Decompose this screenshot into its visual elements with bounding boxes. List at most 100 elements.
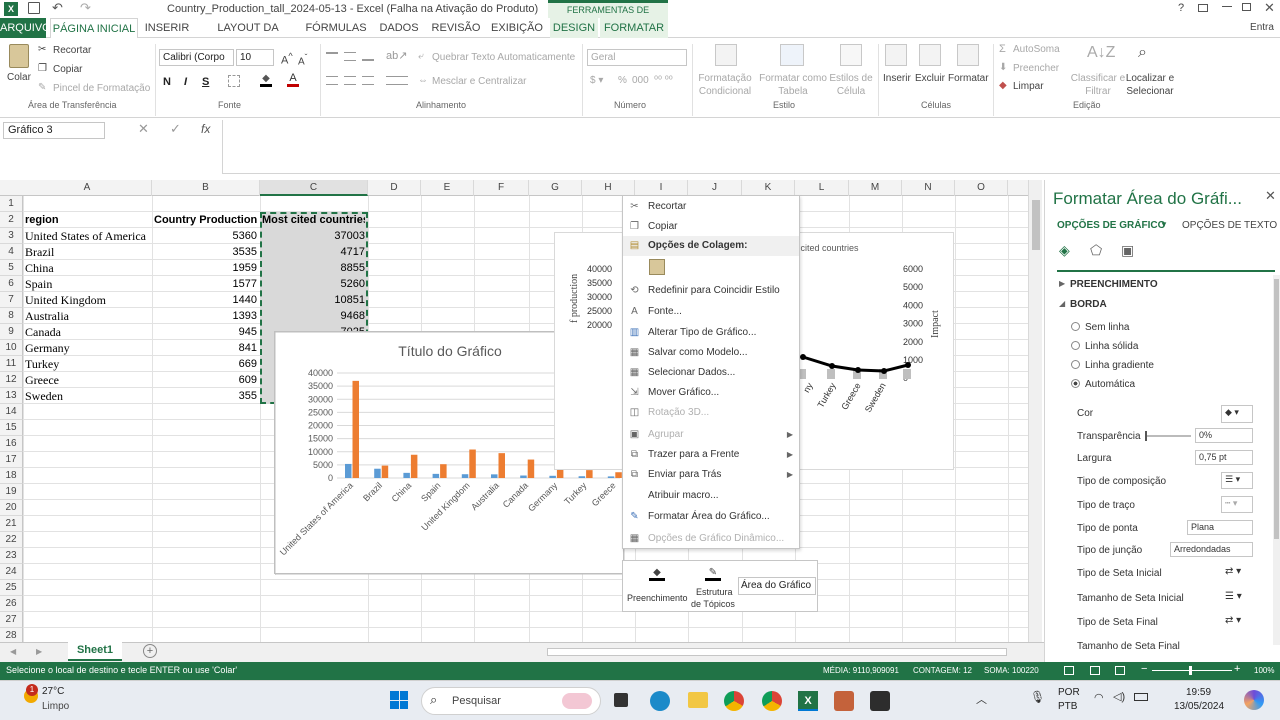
row-header-8[interactable]: 8 xyxy=(0,308,23,324)
insert-function-icon[interactable]: fx xyxy=(201,122,210,136)
menu-item-12[interactable]: ▣ Agrupar ▶ xyxy=(623,425,799,445)
row-header-23[interactable]: 23 xyxy=(0,548,23,564)
mini-fill-label[interactable]: Preenchimento xyxy=(627,593,688,603)
row-header-17[interactable]: 17 xyxy=(0,452,23,468)
menu-item-7[interactable]: ▥ Alterar Tipo de Gráfico... xyxy=(623,323,799,343)
conditional-format-button[interactable]: Formatação Condicional xyxy=(696,72,754,98)
zoom-in-icon[interactable]: + xyxy=(1234,663,1240,675)
mini-outline-label-1[interactable]: Estrutura xyxy=(696,587,733,597)
save-icon[interactable] xyxy=(28,2,40,14)
cited-cell[interactable]: 5260 xyxy=(262,276,365,292)
cancel-formula-icon[interactable]: ✕ xyxy=(138,121,149,137)
cited-cell[interactable]: 37003 xyxy=(262,228,365,244)
close-icon[interactable]: ✕ xyxy=(1264,0,1275,16)
row-header-1[interactable]: 1 xyxy=(0,196,23,212)
copy-icon[interactable]: ❐ xyxy=(38,63,47,74)
lang-1[interactable]: POR xyxy=(1058,687,1080,698)
menu-item-5[interactable]: ⟲ Redefinir para Coincidir Estilo xyxy=(623,281,799,301)
cut-button[interactable]: Recortar xyxy=(53,45,91,56)
zoom-slider[interactable] xyxy=(1152,666,1232,675)
radio-automatic[interactable]: Automática xyxy=(1071,379,1135,390)
sheet-tab-sheet1[interactable]: Sheet1 xyxy=(68,642,122,661)
autosum-icon[interactable]: Σ xyxy=(999,43,1006,55)
number-format-select[interactable]: Geral xyxy=(587,49,687,66)
italic-button[interactable]: I xyxy=(184,76,187,88)
row-header-25[interactable]: 25 xyxy=(0,580,23,596)
cell-styles-icon[interactable] xyxy=(840,44,862,66)
help-icon[interactable]: ? xyxy=(1178,2,1184,14)
insert-cells-button[interactable]: Inserir xyxy=(883,73,911,84)
tab-inserir[interactable]: INSERIR xyxy=(140,18,194,38)
menu-item-16[interactable]: ✎ Formatar Área do Gráfico... xyxy=(623,507,799,527)
production-cell[interactable]: 1440 xyxy=(154,292,257,308)
signin-link[interactable]: Entra xyxy=(1244,18,1280,38)
menu-item-1[interactable]: ✂ Recortar xyxy=(623,197,799,217)
production-cell[interactable]: 609 xyxy=(154,372,257,388)
row-header-11[interactable]: 11 xyxy=(0,356,23,372)
enter-formula-icon[interactable]: ✓ xyxy=(170,121,181,137)
add-sheet-icon[interactable]: + xyxy=(143,644,157,658)
align-bottom-icon[interactable] xyxy=(362,52,374,61)
row-header-27[interactable]: 27 xyxy=(0,612,23,628)
effects-icon[interactable]: ⬠ xyxy=(1090,242,1102,259)
currency-icon[interactable]: $ ▾ xyxy=(590,75,603,86)
align-top-icon[interactable] xyxy=(326,52,338,61)
tab-revisao[interactable]: REVISÃO xyxy=(428,18,484,38)
production-cell[interactable]: 841 xyxy=(154,340,257,356)
tab-formatar[interactable]: FORMATAR xyxy=(600,18,668,38)
chart-element-select[interactable]: Área do Gráfico xyxy=(738,577,816,595)
column-header-J[interactable]: J xyxy=(688,180,742,196)
menu-item-17[interactable]: ▦ Opções de Gráfico Dinâmico... xyxy=(623,529,799,549)
menu-item-4[interactable] xyxy=(623,255,799,279)
format-cells-button[interactable]: Formatar xyxy=(948,73,989,84)
header-cell[interactable]: Country Production xyxy=(154,212,257,228)
column-header-I[interactable]: I xyxy=(635,180,688,196)
region-cell[interactable]: Greece xyxy=(25,372,149,388)
chrome-icon[interactable] xyxy=(724,691,744,711)
zoom-out-icon[interactable]: − xyxy=(1141,663,1147,675)
menu-item-9[interactable]: ▦ Selecionar Dados... xyxy=(623,363,799,383)
tab-text-options[interactable]: OPÇÕES DE TEXTO xyxy=(1182,220,1277,231)
row-header-9[interactable]: 9 xyxy=(0,324,23,340)
column-header-K[interactable]: K xyxy=(742,180,795,196)
horizontal-scrollbar[interactable] xyxy=(535,646,1025,658)
prev-sheet-icon[interactable]: ◀ xyxy=(10,647,16,656)
column-header-N[interactable]: N xyxy=(902,180,955,196)
clock-time[interactable]: 19:59 xyxy=(1186,687,1211,698)
row-header-10[interactable]: 10 xyxy=(0,340,23,356)
row-header-2[interactable]: 2 xyxy=(0,212,23,228)
region-cell[interactable]: China xyxy=(25,260,149,276)
align-center-icon[interactable] xyxy=(344,76,356,85)
file-explorer-icon[interactable] xyxy=(688,692,708,708)
column-header-A[interactable]: A xyxy=(23,180,152,196)
clock-date[interactable]: 13/05/2024 xyxy=(1174,701,1224,712)
ribbon-display-icon[interactable] xyxy=(1198,4,1208,12)
region-cell[interactable]: United States of America xyxy=(25,228,149,244)
pane-scrollbar[interactable] xyxy=(1273,275,1280,645)
sort-filter-icon[interactable]: A↓Z xyxy=(1087,44,1115,62)
join-select[interactable]: Arredondadas xyxy=(1170,542,1253,557)
column-header-C[interactable]: C xyxy=(260,180,368,196)
autosum-button[interactable]: AutoSoma xyxy=(1013,44,1060,55)
row-header-14[interactable]: 14 xyxy=(0,404,23,420)
grow-font-icon[interactable]: A^ xyxy=(281,51,293,67)
row-header-6[interactable]: 6 xyxy=(0,276,23,292)
wrap-text-button[interactable]: Quebrar Texto Automaticamente xyxy=(432,52,575,63)
header-cell[interactable]: region xyxy=(25,212,149,228)
transparency-input[interactable]: 0% xyxy=(1195,428,1253,443)
production-cell[interactable]: 945 xyxy=(154,324,257,340)
menu-item-6[interactable]: A Fonte... xyxy=(623,302,799,322)
fill-color-icon[interactable]: ◆ xyxy=(260,73,272,87)
region-cell[interactable]: Spain xyxy=(25,276,149,292)
font-name-select[interactable]: Calibri (Corpo xyxy=(159,49,234,66)
find-select-button[interactable]: Localizar e Selecionar xyxy=(1122,72,1178,98)
compound-select[interactable]: ☰ ▾ xyxy=(1221,472,1253,489)
merge-center-icon[interactable]: ⇔ xyxy=(418,75,428,86)
column-header-H[interactable]: H xyxy=(582,180,635,196)
delete-cells-icon[interactable] xyxy=(919,44,941,66)
page-layout-icon[interactable] xyxy=(1090,666,1100,675)
row-header-5[interactable]: 5 xyxy=(0,260,23,276)
windows-start-icon[interactable] xyxy=(390,691,408,709)
row-header-20[interactable]: 20 xyxy=(0,500,23,516)
bold-button[interactable]: N xyxy=(163,76,171,88)
